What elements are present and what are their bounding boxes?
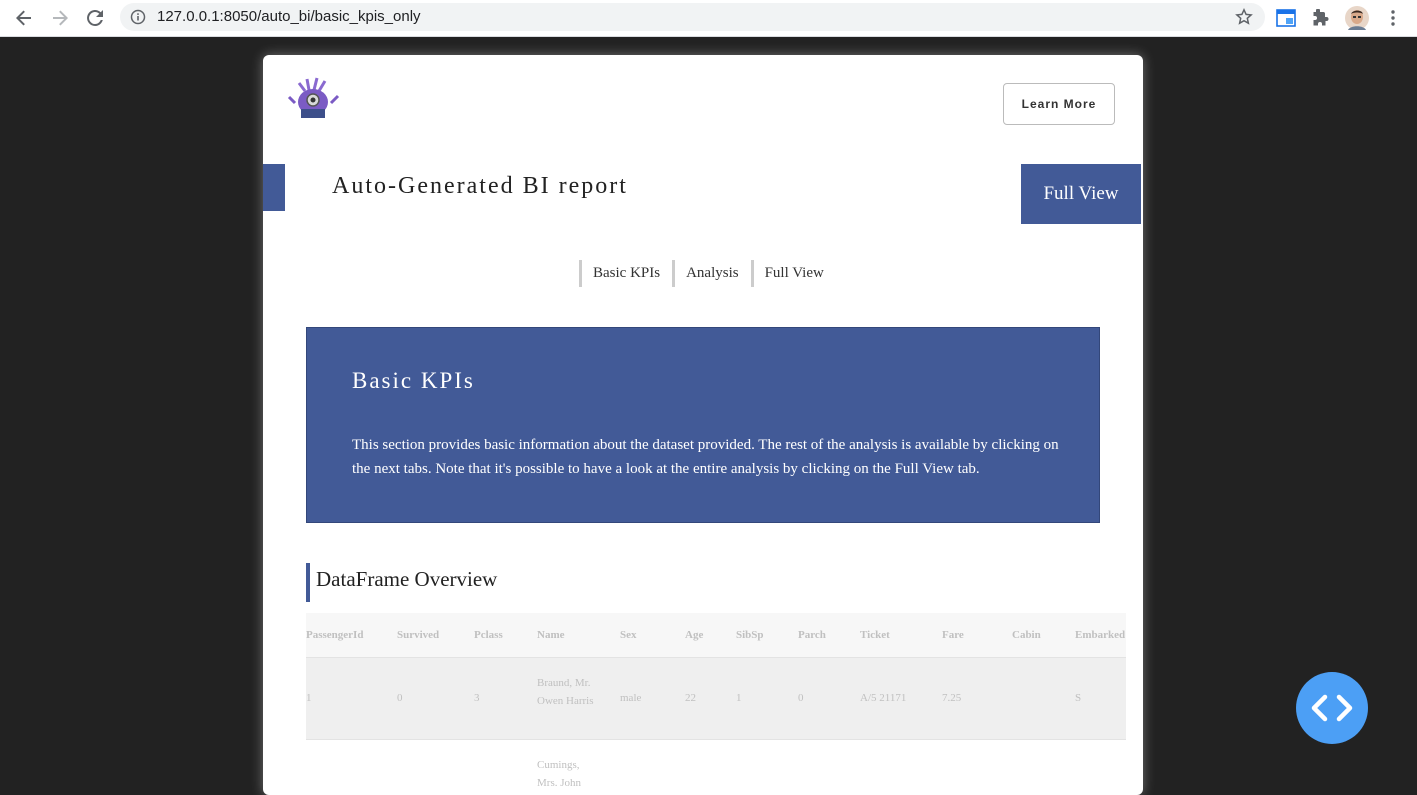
column-header[interactable]: Parch (798, 629, 826, 641)
column-header[interactable]: Sex (620, 629, 637, 641)
column-header[interactable]: SibSp (736, 629, 764, 641)
table-cell: 7.25 (942, 692, 962, 704)
table-header-row: PassengerId Survived Pclass Name Sex Age… (306, 613, 1126, 658)
browser-toolbar: 127.0.0.1:8050/auto_bi/basic_kpis_only (0, 0, 1417, 37)
code-toggle-button[interactable] (1296, 672, 1368, 744)
profile-avatar[interactable] (1345, 6, 1369, 30)
back-icon[interactable] (12, 6, 36, 30)
extensions-puzzle-icon[interactable] (1309, 6, 1333, 30)
dataframe-title: DataFrame Overview (316, 567, 498, 591)
table-cell: S (1075, 692, 1082, 704)
info-icon[interactable] (130, 9, 146, 25)
forward-icon[interactable] (48, 6, 72, 30)
table-cell: 22 (685, 692, 696, 704)
table-cell: 3 (474, 692, 480, 704)
extension-window-icon[interactable] (1274, 6, 1298, 30)
column-header[interactable]: Embarked (1075, 629, 1125, 641)
kpi-section-title: Basic KPIs (352, 368, 475, 393)
column-header[interactable]: Pclass (474, 629, 503, 641)
column-header[interactable]: PassengerId (306, 629, 363, 641)
column-header[interactable]: Cabin (1012, 629, 1041, 641)
table-cell: Braund, Mr. Owen Harris (537, 677, 594, 707)
table-cell: 1 (306, 692, 312, 704)
table-cell: 0 (798, 692, 804, 704)
table-cell: male (620, 692, 642, 704)
table-cell: Cumings, Mrs. John (537, 759, 582, 789)
table-row: 1 0 3 Braund, Mr. Owen Harris male 22 1 … (306, 658, 1126, 740)
column-header[interactable]: Ticket (860, 629, 890, 641)
dataframe-title-accent (306, 563, 310, 602)
tab-bar: Basic KPIs Analysis Full View (579, 260, 836, 287)
table-cell: A/5 21171 (860, 692, 907, 704)
bookmark-star-icon[interactable] (1235, 8, 1253, 26)
column-header[interactable]: Fare (942, 629, 964, 641)
address-bar[interactable]: 127.0.0.1:8050/auto_bi/basic_kpis_only (120, 3, 1265, 31)
table-cell: 1 (736, 692, 742, 704)
full-view-button[interactable]: Full View (1021, 164, 1141, 224)
report-title: Auto-Generated BI report (332, 173, 628, 199)
url-text: 127.0.0.1:8050/auto_bi/basic_kpis_only (157, 8, 421, 25)
column-header[interactable]: Age (685, 629, 703, 641)
tab-basic-kpis[interactable]: Basic KPIs (579, 260, 672, 287)
table-cell: 0 (397, 692, 403, 704)
minion-logo-icon (287, 77, 340, 118)
reload-icon[interactable] (83, 6, 107, 30)
kpi-section-description: This section provides basic information … (352, 437, 1059, 477)
code-brackets-icon (1311, 694, 1353, 722)
column-header[interactable]: Name (537, 629, 565, 641)
table-row: Cumings, Mrs. John (306, 740, 1126, 795)
report-card: Learn More Auto-Generated BI report Full… (263, 55, 1143, 795)
basic-kpis-banner: Basic KPIs This section provides basic i… (306, 327, 1100, 523)
browser-menu-icon[interactable] (1381, 6, 1405, 30)
tab-analysis[interactable]: Analysis (672, 260, 751, 287)
dataframe-table: PassengerId Survived Pclass Name Sex Age… (306, 613, 1126, 795)
tab-full-view[interactable]: Full View (750, 260, 836, 287)
learn-more-button[interactable]: Learn More (1003, 83, 1115, 125)
column-header[interactable]: Survived (397, 629, 439, 641)
title-accent-strip (263, 164, 285, 211)
